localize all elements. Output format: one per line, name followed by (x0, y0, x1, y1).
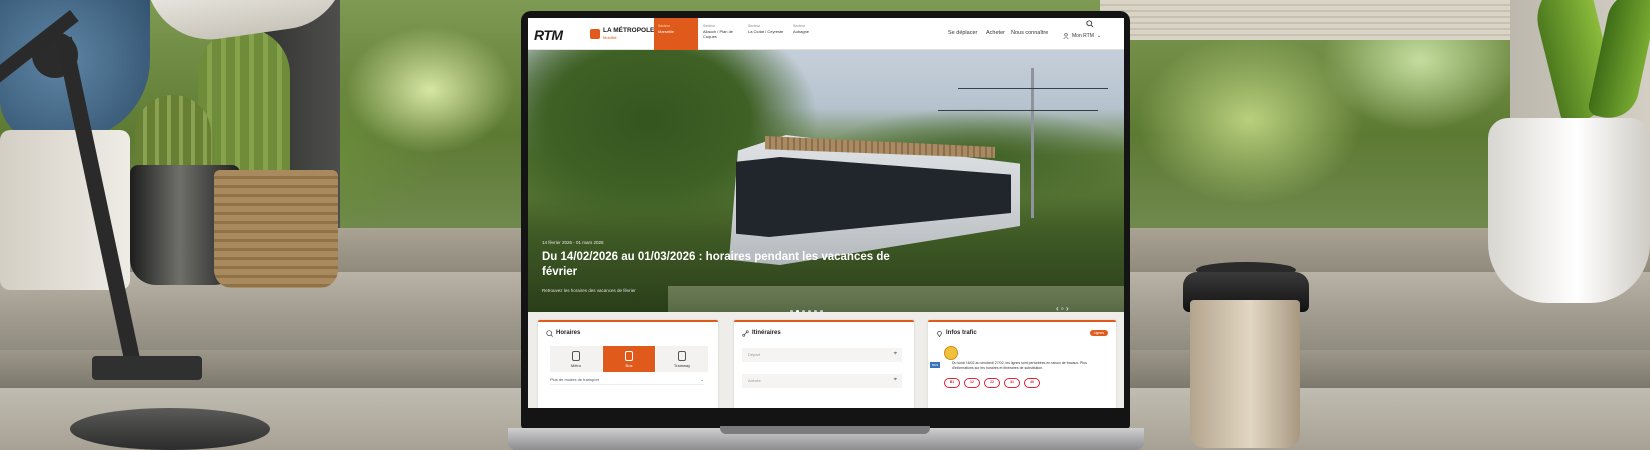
chevron-down-icon: ⌄ (700, 377, 704, 382)
itineraires-card: Itinéraires Départ ⌖ Arrivée ⌖ (734, 320, 914, 408)
catenary-pole (1031, 68, 1034, 218)
lamp-base (70, 408, 270, 450)
lines-badge[interactable]: Lignes (1089, 330, 1108, 336)
sector-tab-aubagne[interactable]: Secteur Aubagne (789, 18, 833, 50)
line-pills: B1 12 22 31 40 (944, 378, 1040, 388)
window-blind (1100, 0, 1540, 40)
tram-icon (678, 351, 686, 361)
catenary-wire (938, 110, 1098, 111)
metropole-name: LA MÉTROPOLE (603, 27, 655, 34)
quick-access-cards: Horaires Métro Bus Tramway Plus de modes… (528, 312, 1124, 408)
sector-label: Allauch / Plan de Cuques (703, 29, 734, 39)
metropole-mark-icon (590, 29, 600, 39)
rtm-logo[interactable]: RTM (534, 27, 563, 43)
sector-tab-la-ciotat[interactable]: Secteur La Ciotat / Ceyreste (744, 18, 788, 50)
locate-icon[interactable]: ⌖ (894, 377, 897, 384)
white-plant-pot (1488, 118, 1650, 303)
account-label: Mon RTM (1072, 33, 1094, 39)
mode-bus-button[interactable]: Bus (603, 346, 655, 372)
arrival-input[interactable]: Arrivée ⌖ (742, 374, 902, 388)
line-pill[interactable]: 31 (1004, 378, 1020, 388)
lamp-foot (92, 356, 202, 380)
infos-trafic-card: Infos trafic Lignes BUS Du lundi 16/02 a… (928, 320, 1116, 408)
locate-icon[interactable]: ⌖ (894, 351, 897, 358)
transport-mode-select[interactable]: Plus de modes de transport ⌄ (550, 377, 704, 385)
bus-icon (625, 351, 633, 361)
line-pill[interactable]: B1 (944, 378, 960, 388)
route-icon (742, 330, 749, 337)
line-pill[interactable]: 12 (964, 378, 980, 388)
sector-label: Marseille (658, 29, 675, 34)
wicker-pot (214, 170, 338, 288)
nav-se-deplacer[interactable]: Se déplacer (948, 30, 977, 36)
horaires-title: Horaires (556, 330, 581, 336)
sector-label: Aubagne (793, 29, 810, 34)
laptop-screen: RTM LA MÉTROPOLE Mobilité Secteur Marsei… (528, 18, 1124, 408)
line-pill[interactable]: 40 (1024, 378, 1040, 388)
catenary-wire (958, 88, 1108, 89)
nav-acheter[interactable]: Acheter (986, 30, 1005, 36)
alert-mode-tag: BUS (930, 362, 941, 368)
itineraires-title: Itinéraires (752, 330, 781, 336)
hero-title[interactable]: Du 14/02/2026 au 01/03/2026 : horaires p… (542, 250, 892, 280)
sector-tab-marseille[interactable]: Secteur Marseille (654, 18, 698, 50)
departure-input[interactable]: Départ ⌖ (742, 348, 902, 362)
cactus-short (135, 95, 211, 175)
hero-carousel[interactable]: 14 février 2026 - 01 mars 2026 Du 14/02/… (528, 50, 1124, 313)
pin-icon (937, 331, 942, 337)
chevron-down-icon: ⌄ (1096, 33, 1102, 39)
trafic-title: Infos trafic (946, 330, 977, 336)
line-pill[interactable]: 22 (984, 378, 1000, 388)
laptop-hinge (720, 426, 930, 434)
clock-search-icon (546, 330, 553, 337)
coffee-cup (1190, 300, 1300, 448)
alert-text[interactable]: Du lundi 16/02 au vendredi 27/02, les li… (952, 361, 1092, 370)
user-icon (1063, 33, 1069, 39)
warning-icon (944, 346, 958, 360)
sector-label: La Ciotat / Ceyreste (748, 29, 784, 34)
hero-date: 14 février 2026 - 01 mars 2026 (542, 240, 604, 245)
site-header: RTM LA MÉTROPOLE Mobilité Secteur Marsei… (528, 18, 1124, 50)
nav-nous-connaitre[interactable]: Nous connaître (1011, 30, 1048, 36)
photo-scene: RTM LA MÉTROPOLE Mobilité Secteur Marsei… (0, 0, 1650, 450)
cactus-tall (198, 28, 290, 178)
account-menu[interactable]: Mon RTM ⌄ (1063, 33, 1101, 39)
metropole-sub: Mobilité (603, 35, 617, 40)
mode-tramway-button[interactable]: Tramway (656, 346, 708, 372)
metro-icon (572, 351, 580, 361)
hero-subtitle: Retrouvez les horaires des vacances de f… (542, 288, 636, 293)
sector-tab-allauch[interactable]: Secteur Allauch / Plan de Cuques (699, 18, 743, 50)
metropole-logo[interactable]: LA MÉTROPOLE Mobilité (590, 27, 654, 41)
mode-metro-button[interactable]: Métro (550, 346, 602, 372)
search-icon[interactable] (1086, 20, 1094, 28)
horaires-card: Horaires Métro Bus Tramway Plus de modes… (538, 320, 718, 408)
